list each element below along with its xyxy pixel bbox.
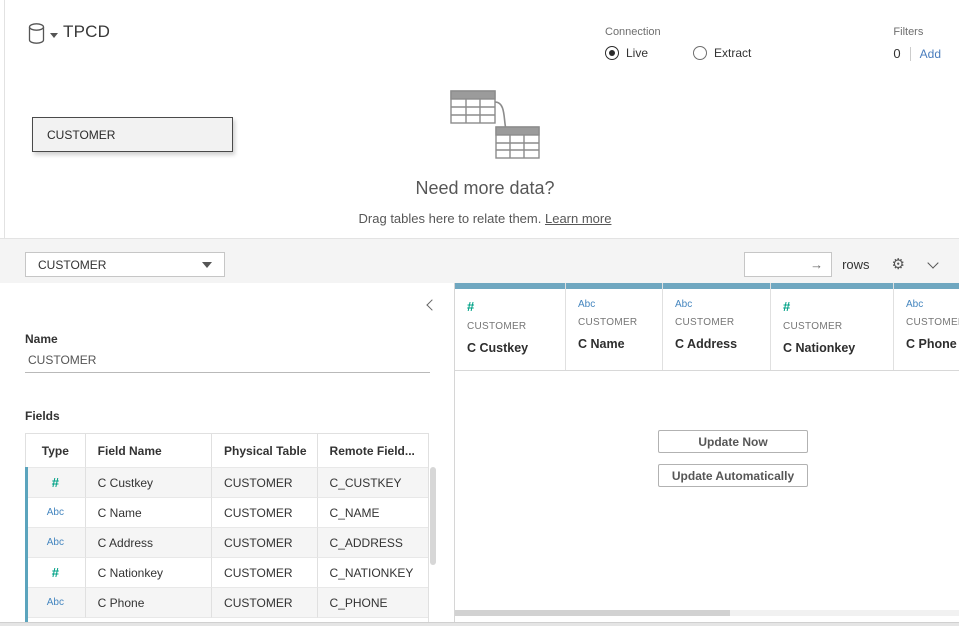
name-input[interactable]: CUSTOMER xyxy=(25,347,430,373)
empty-state-subtitle: Drag tables here to relate them. Learn m… xyxy=(285,211,685,226)
name-label: Name xyxy=(25,332,58,346)
number-type-icon: # xyxy=(467,299,565,314)
database-icon xyxy=(28,23,45,44)
number-type-icon: # xyxy=(26,558,86,588)
data-preview-grid: # CUSTOMER C Custkey Abc CUSTOMER C Name… xyxy=(455,283,959,622)
gear-icon[interactable]: ⚙ xyxy=(892,257,905,272)
dropdown-caret-icon xyxy=(202,262,212,268)
datasource-title[interactable]: TPCD xyxy=(63,22,110,42)
grid-column-header[interactable]: Abc CUSTOMER C Address xyxy=(663,283,771,370)
filters-section: Filters 0 Add xyxy=(893,26,941,61)
radio-extract-icon[interactable] xyxy=(693,46,707,60)
string-type-icon: Abc xyxy=(578,299,662,310)
preview-toolbar: CUSTOMER → rows ⚙ xyxy=(0,238,959,283)
datasource-menu-button[interactable] xyxy=(28,23,58,44)
radio-live-icon[interactable] xyxy=(605,46,619,60)
collapse-panel-icon[interactable] xyxy=(426,299,437,310)
field-editor-panel: Name CUSTOMER Fields Type Field Name Phy… xyxy=(0,283,455,622)
window-bottom-scroll-strip xyxy=(0,622,959,626)
canvas-empty-state: Need more data? Drag tables here to rela… xyxy=(285,90,685,226)
relationship-canvas[interactable]: CUSTOMER Need more data? D xyxy=(5,70,959,238)
fields-table: Type Field Name Physical Table Remote Fi… xyxy=(25,433,429,626)
rows-count-input[interactable]: → xyxy=(744,252,832,277)
relate-tables-icon xyxy=(430,90,540,160)
grid-header-row: # CUSTOMER C Custkey Abc CUSTOMER C Name… xyxy=(455,283,959,371)
connection-section: Connection Live Extract xyxy=(605,26,751,60)
grid-body: Update Now Update Automatically xyxy=(455,371,959,616)
table-row[interactable]: Abc C Address CUSTOMER C_ADDRESS xyxy=(26,528,428,558)
datasource-header: TPCD Connection Live Extract Filters 0 A… xyxy=(0,0,959,70)
radio-extract[interactable]: Extract xyxy=(693,46,751,60)
string-type-icon: Abc xyxy=(906,299,959,310)
table-row[interactable]: # C Nationkey CUSTOMER C_NATIONKEY xyxy=(26,558,428,588)
connection-label: Connection xyxy=(605,26,751,38)
grid-column-header[interactable]: Abc CUSTOMER C Phone xyxy=(894,283,959,370)
canvas-table-customer[interactable]: CUSTOMER xyxy=(32,117,233,152)
filters-divider xyxy=(910,47,911,61)
empty-state-title: Need more data? xyxy=(285,178,685,199)
enter-arrow-icon: → xyxy=(810,257,823,272)
scrollbar-thumb[interactable] xyxy=(455,610,730,616)
string-type-icon: Abc xyxy=(675,299,770,310)
fields-label: Fields xyxy=(25,409,60,423)
string-type-icon: Abc xyxy=(26,498,86,528)
fields-table-scrollbar[interactable] xyxy=(430,467,436,565)
table-select-dropdown[interactable]: CUSTOMER xyxy=(25,252,225,277)
rows-label: rows xyxy=(842,257,869,272)
update-now-button[interactable]: Update Now xyxy=(658,430,808,453)
radio-live[interactable]: Live xyxy=(605,46,648,60)
fields-table-header: Type Field Name Physical Table Remote Fi… xyxy=(26,434,428,468)
caret-down-icon xyxy=(50,33,58,38)
number-type-icon: # xyxy=(783,299,893,314)
tableau-datasource-page: TPCD Connection Live Extract Filters 0 A… xyxy=(0,0,959,626)
filters-count: 0 xyxy=(893,46,900,61)
table-row[interactable]: Abc C Phone CUSTOMER C_PHONE xyxy=(26,588,428,618)
selection-stripe xyxy=(25,467,28,622)
filters-add-link[interactable]: Add xyxy=(920,47,941,61)
string-type-icon: Abc xyxy=(26,588,86,618)
grid-column-header[interactable]: # CUSTOMER C Custkey xyxy=(455,283,566,370)
learn-more-link[interactable]: Learn more xyxy=(545,211,611,226)
grid-column-header[interactable]: # CUSTOMER C Nationkey xyxy=(771,283,894,370)
grid-column-header[interactable]: Abc CUSTOMER C Name xyxy=(566,283,663,370)
grid-horizontal-scrollbar[interactable] xyxy=(455,610,959,616)
string-type-icon: Abc xyxy=(26,528,86,558)
table-row[interactable]: # C Custkey CUSTOMER C_CUSTKEY xyxy=(26,468,428,498)
chevron-down-icon[interactable] xyxy=(927,257,938,268)
number-type-icon: # xyxy=(26,468,86,498)
table-row[interactable]: Abc C Name CUSTOMER C_NAME xyxy=(26,498,428,528)
update-automatically-button[interactable]: Update Automatically xyxy=(658,464,808,487)
filters-label: Filters xyxy=(893,26,941,38)
